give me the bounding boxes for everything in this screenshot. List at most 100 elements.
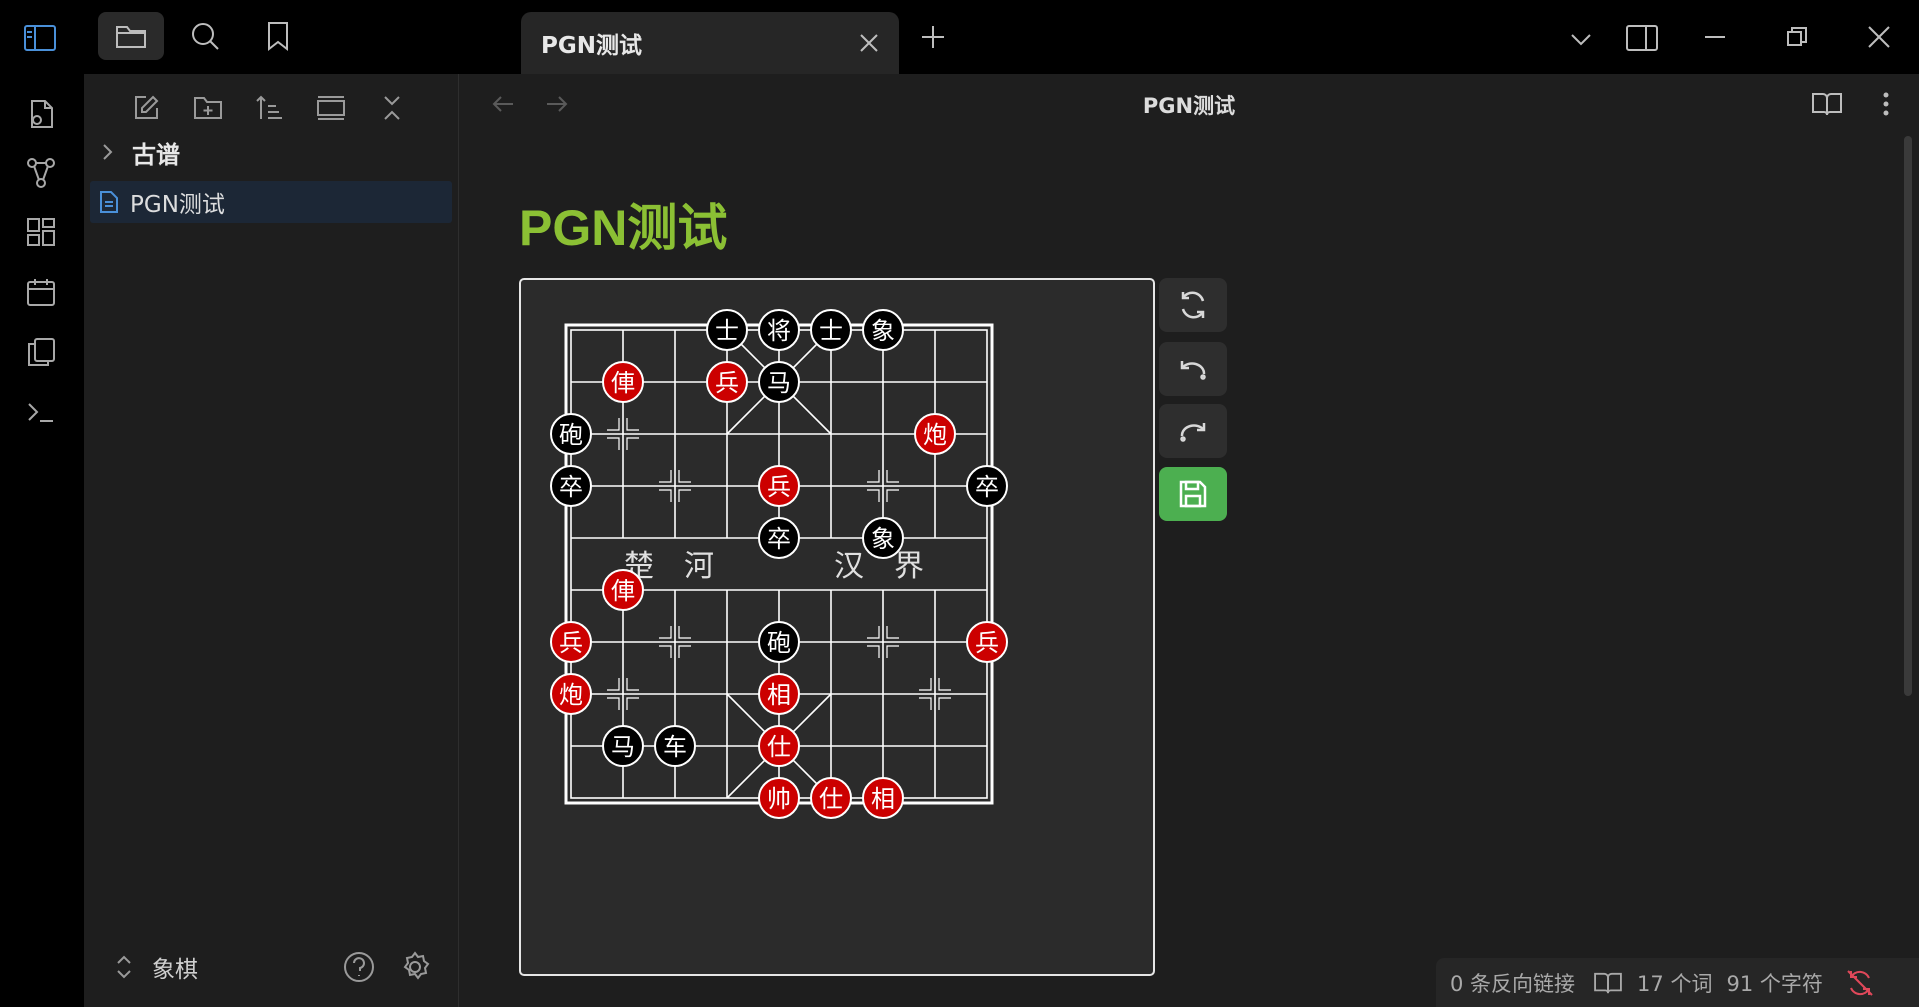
restore-icon[interactable] <box>1780 22 1814 52</box>
position-marker <box>659 626 672 639</box>
position-marker <box>607 697 620 710</box>
piece-label: 马 <box>767 369 791 397</box>
vault-name: 象棋 <box>152 957 198 983</box>
piece-label: 象 <box>871 525 895 553</box>
piece-label: 卒 <box>767 525 791 553</box>
close-window-icon[interactable] <box>1862 20 1896 54</box>
chevron-down-icon[interactable] <box>1566 24 1596 54</box>
canvas-icon[interactable] <box>21 212 61 252</box>
position-marker <box>607 437 620 450</box>
flip-board-button[interactable] <box>1159 278 1227 332</box>
piece-label: 兵 <box>767 473 791 501</box>
sync-error-icon[interactable] <box>1845 968 1875 998</box>
piece-label: 卒 <box>559 473 583 501</box>
right-sidebar-toggle-icon[interactable] <box>1622 20 1662 56</box>
vault-switcher[interactable]: 象棋 <box>114 949 198 985</box>
view-title: PGN测试 <box>1142 94 1236 118</box>
char-count: 91 个字符 <box>1726 971 1823 996</box>
help-icon[interactable] <box>339 947 379 987</box>
piece-label: 卒 <box>975 473 999 501</box>
save-icon <box>1179 480 1207 508</box>
position-marker <box>678 626 691 639</box>
calendar-icon[interactable] <box>21 272 61 312</box>
sort-icon[interactable] <box>249 88 289 128</box>
position-marker <box>626 418 639 431</box>
piece-label: 车 <box>663 733 687 761</box>
new-note-icon[interactable] <box>126 88 166 128</box>
piece-label: 俥 <box>611 369 635 397</box>
collapse-view-icon[interactable] <box>311 88 351 128</box>
undo-button[interactable] <box>1159 342 1227 396</box>
copy-icon[interactable] <box>21 332 61 372</box>
folder-item[interactable]: 古谱 <box>98 134 180 170</box>
file-explorer: 古谱 PGN测试 象棋 <box>84 74 459 1007</box>
piece-label: 马 <box>611 733 635 761</box>
title-bar: PGN测试 <box>0 0 1919 74</box>
position-marker <box>938 678 951 691</box>
backlinks-count[interactable]: 0 条反向链接 <box>1450 968 1575 998</box>
position-marker <box>678 470 691 483</box>
graph-view-icon[interactable] <box>21 153 61 193</box>
piece-label: 士 <box>715 317 739 345</box>
folder-label: 古谱 <box>132 140 180 169</box>
note-title: PGN测试 <box>519 200 728 256</box>
new-folder-icon[interactable] <box>188 88 228 128</box>
position-marker <box>919 697 932 710</box>
piece-label: 兵 <box>715 369 739 397</box>
sidebar-toggle-icon[interactable] <box>20 18 60 58</box>
position-marker <box>886 626 899 639</box>
minimize-icon[interactable] <box>1698 22 1732 52</box>
status-bar: 0 条反向链接 17 个词 91 个字符 <box>1436 958 1919 1007</box>
position-marker <box>659 489 672 502</box>
position-marker <box>678 489 691 502</box>
close-tab-icon[interactable] <box>854 28 884 58</box>
chevron-updown-icon <box>117 955 131 979</box>
piece-label: 兵 <box>975 629 999 657</box>
search-icon[interactable] <box>185 16 225 56</box>
tab-active[interactable]: PGN测试 <box>521 12 899 74</box>
view-header: PGN测试 <box>459 74 1919 134</box>
piece-label: 砲 <box>559 421 583 449</box>
position-marker <box>867 470 880 483</box>
editor-pane: PGN测试 PGN测试 楚 河汉 界士将士象俥兵马砲炮卒兵卒卒象俥兵砲兵炮相马车… <box>459 74 1919 1007</box>
file-explorer-button[interactable] <box>98 12 164 60</box>
piece-label: 俥 <box>611 577 635 605</box>
position-marker <box>626 678 639 691</box>
collapse-all-icon[interactable] <box>372 88 412 128</box>
file-item[interactable]: PGN测试 <box>90 181 452 223</box>
piece-label: 士 <box>819 317 843 345</box>
settings-icon[interactable] <box>395 947 435 987</box>
piece-label: 帅 <box>767 785 791 813</box>
xiangqi-board[interactable]: 楚 河汉 界士将士象俥兵马砲 炮卒兵卒卒 象俥兵砲兵炮 相马车仕帅仕相 <box>521 280 1153 974</box>
piece-label: 仕 <box>819 785 843 813</box>
position-marker <box>607 678 620 691</box>
save-button[interactable] <box>1159 467 1227 521</box>
new-tab-icon[interactable] <box>916 20 950 54</box>
position-marker <box>626 437 639 450</box>
more-options-icon[interactable] <box>1871 86 1901 122</box>
piece-label: 仕 <box>767 733 791 761</box>
redo-button[interactable] <box>1159 404 1227 458</box>
position-marker <box>626 697 639 710</box>
redo-icon <box>1180 423 1206 442</box>
ribbon <box>0 74 85 1007</box>
file-plus-icon[interactable] <box>21 94 61 134</box>
scrollbar[interactable] <box>1904 136 1912 696</box>
piece-label: 象 <box>871 317 895 345</box>
piece-label: 相 <box>871 785 895 813</box>
position-marker <box>678 645 691 658</box>
chevron-right-icon <box>103 144 113 160</box>
piece-label: 相 <box>767 681 791 709</box>
word-count: 17 个词 <box>1637 971 1713 996</box>
position-marker <box>886 645 899 658</box>
reading-view-icon[interactable] <box>1807 86 1847 122</box>
reading-book-icon[interactable] <box>1593 971 1623 995</box>
position-marker <box>938 697 951 710</box>
bookmark-icon[interactable] <box>258 16 298 56</box>
terminal-icon[interactable] <box>21 392 61 432</box>
position-marker <box>867 645 880 658</box>
piece-label: 炮 <box>559 681 583 709</box>
position-marker <box>886 489 899 502</box>
piece-label: 将 <box>767 317 791 345</box>
piece-label: 砲 <box>767 629 791 657</box>
